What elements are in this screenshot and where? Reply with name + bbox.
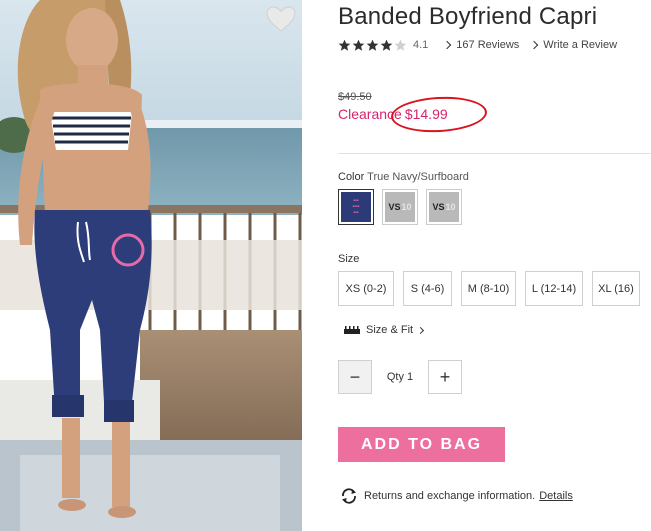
ruler-icon	[344, 326, 360, 334]
rating-row: 4.1 167 Reviews Write a Review	[338, 37, 617, 53]
reviews-label: 167 Reviews	[456, 39, 520, 51]
size-option-m[interactable]: M (8-10)	[461, 271, 516, 306]
write-review-label: Write a Review	[543, 39, 618, 51]
swatch-vs-grey-1[interactable]: VS 10	[382, 189, 418, 225]
star-empty-icon	[394, 39, 407, 51]
color-label: Color True Navy/Surfboard	[338, 171, 469, 183]
quantity-stepper: − Qty 1 +	[338, 360, 462, 394]
size-option-s[interactable]: S (4-6)	[403, 271, 452, 306]
quantity-decrease-button[interactable]: −	[338, 360, 372, 394]
swatch-true-navy-surfboard[interactable]: ••• •••• •••	[338, 189, 374, 225]
refresh-icon	[342, 488, 356, 504]
swatch-grey-image: VS 10	[385, 192, 415, 222]
size-options: XS (0-2) S (4-6) M (8-10) L (12-14) XL (…	[338, 271, 640, 306]
heart-icon[interactable]	[266, 6, 296, 32]
product-photo-illustration	[0, 0, 302, 531]
chevron-right-icon	[417, 326, 425, 334]
chevron-right-icon	[443, 40, 452, 50]
swatch-vs-grey-2[interactable]: VS 10	[426, 189, 462, 225]
star-filled-icon	[380, 39, 393, 51]
size-option-l[interactable]: L (12-14)	[525, 271, 583, 306]
size-label: Size	[338, 253, 360, 265]
swatch-num-text: 10	[401, 202, 412, 212]
star-filled-icon	[352, 39, 365, 51]
color-label-text: Color	[338, 171, 365, 183]
star-filled-icon	[366, 39, 379, 51]
size-option-xs[interactable]: XS (0-2)	[338, 271, 394, 306]
returns-info: Returns and exchange information. Detail…	[340, 487, 573, 505]
color-swatches: ••• •••• ••• VS 10 VS 10	[338, 189, 462, 225]
color-selected-value: True Navy/Surfboard	[367, 171, 469, 183]
annotation-circle	[390, 94, 488, 135]
rating-value: 4.1	[413, 39, 429, 51]
original-price: $49.50	[338, 91, 372, 103]
swatch-vs-text: VS	[432, 202, 445, 212]
swatch-vs-text: VS	[388, 202, 401, 212]
size-fit-link[interactable]: Size & Fit	[344, 324, 429, 336]
reviews-link[interactable]: 167 Reviews	[443, 39, 520, 51]
size-option-xl[interactable]: XL (16)	[592, 271, 640, 306]
returns-text: Returns and exchange information.	[364, 490, 536, 502]
product-image	[0, 0, 302, 531]
quantity-value: Qty 1	[386, 371, 414, 383]
product-title: Banded Boyfriend Capri	[338, 3, 598, 30]
quantity-increase-button[interactable]: +	[428, 360, 462, 394]
star-rating	[338, 39, 407, 52]
chevron-right-icon	[530, 40, 539, 50]
returns-details-link[interactable]: Details	[539, 490, 573, 502]
write-review-link[interactable]: Write a Review	[530, 39, 618, 51]
swatch-navy-graphic: ••• •••• •••	[352, 198, 360, 216]
divider	[338, 153, 651, 154]
swatch-navy-image: ••• •••• •••	[341, 192, 371, 222]
add-to-bag-button[interactable]: ADD TO BAG	[338, 427, 505, 462]
size-fit-label: Size & Fit	[366, 324, 414, 336]
swatch-grey-image: VS 10	[429, 192, 459, 222]
star-filled-icon	[338, 39, 351, 51]
swatch-num-text: 10	[445, 202, 456, 212]
